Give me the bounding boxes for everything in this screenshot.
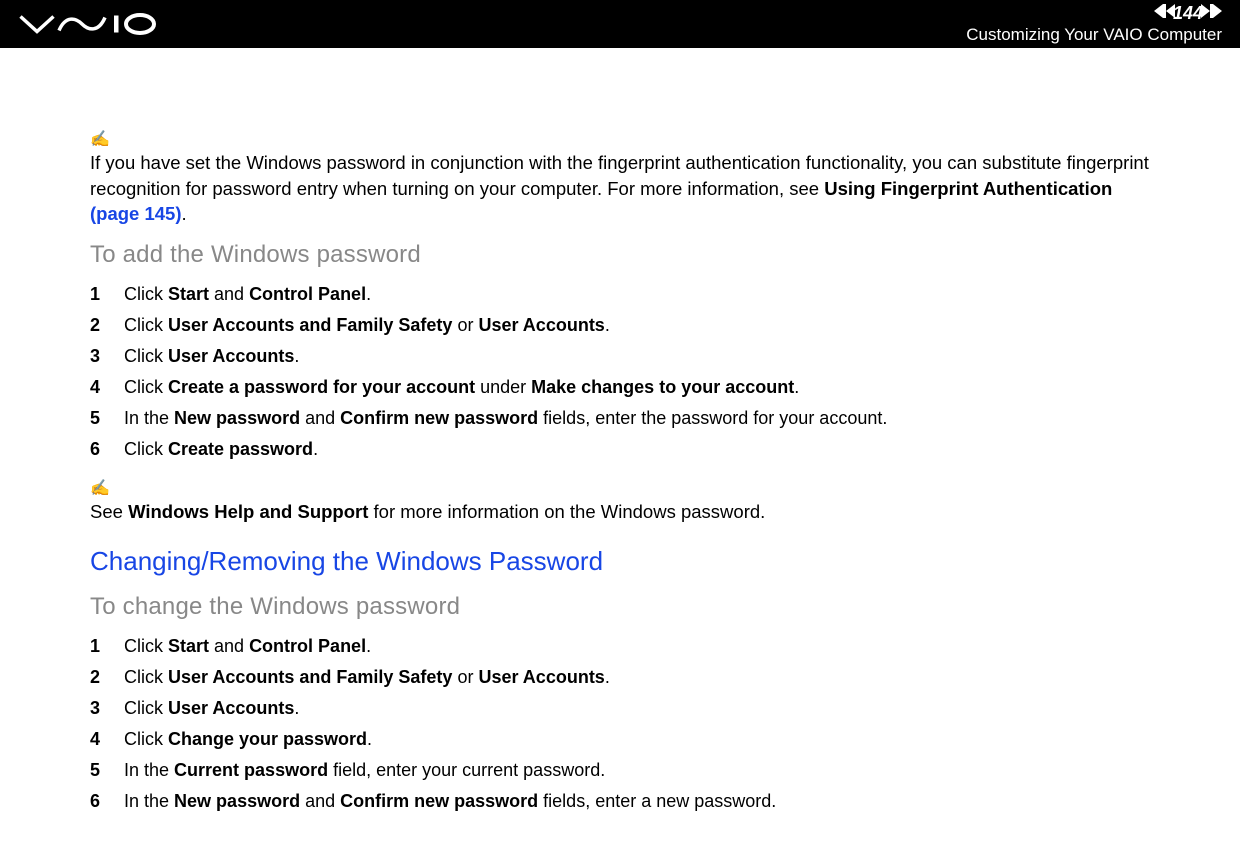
step-number: 4 <box>90 374 104 401</box>
step-item: 1 Click Start and Control Panel. <box>90 281 1150 308</box>
step-number: 2 <box>90 664 104 691</box>
note-icon: ✍ <box>90 477 1150 501</box>
step-item: 4 Click Create a password for your accoun… <box>90 374 1150 401</box>
step-text: In the New password and Confirm new pass… <box>124 405 887 432</box>
note-icon: ✍ <box>90 128 1150 152</box>
step-number: 6 <box>90 436 104 463</box>
step-item: 3 Click User Accounts. <box>90 343 1150 370</box>
page-header: 144 Customizing Your VAIO Computer <box>0 0 1240 48</box>
step-text: Click User Accounts and Family Safety or… <box>124 312 610 339</box>
step-text: Click Create password. <box>124 436 318 463</box>
breadcrumb-section: Customizing Your VAIO Computer <box>966 25 1222 45</box>
step-text: Click Create a password for your account… <box>124 374 799 401</box>
step-text: Click Start and Control Panel. <box>124 633 371 660</box>
note-text-1: If you have set the Windows password in … <box>90 150 1150 227</box>
step-item: 2 Click User Accounts and Family Safety o… <box>90 664 1150 691</box>
step-text: Click User Accounts and Family Safety or… <box>124 664 610 691</box>
step-item: 6 Click Create password. <box>90 436 1150 463</box>
note-fingerprint: ✍ If you have set the Windows password i… <box>90 128 1150 227</box>
step-text: Click Start and Control Panel. <box>124 281 371 308</box>
step-item: 6 In the New password and Confirm new pas… <box>90 788 1150 815</box>
step-number: 3 <box>90 343 104 370</box>
vaio-logo <box>18 9 158 39</box>
note-text-2: See Windows Help and Support for more in… <box>90 499 1150 525</box>
step-item: 2 Click User Accounts and Family Safety o… <box>90 312 1150 339</box>
step-number: 5 <box>90 405 104 432</box>
step-text: In the New password and Confirm new pass… <box>124 788 776 815</box>
step-number: 6 <box>90 788 104 815</box>
page-number: 144 <box>1173 3 1203 25</box>
header-right: 144 Customizing Your VAIO Computer <box>960 3 1222 45</box>
step-text: In the Current password field, enter you… <box>124 757 605 784</box>
step-number: 5 <box>90 757 104 784</box>
heading-changing-removing: Changing/Removing the Windows Password <box>90 542 1150 581</box>
step-text: Click User Accounts. <box>124 343 299 370</box>
step-number: 4 <box>90 726 104 753</box>
step-text: Click Change your password. <box>124 726 372 753</box>
steps-add-password: 1 Click Start and Control Panel. 2 Click Us… <box>90 281 1150 463</box>
step-number: 1 <box>90 633 104 660</box>
heading-change-password: To change the Windows password <box>90 589 1150 625</box>
step-number: 1 <box>90 281 104 308</box>
step-item: 4 Click Change your password. <box>90 726 1150 753</box>
step-item: 3 Click User Accounts. <box>90 695 1150 722</box>
steps-change-password: 1 Click Start and Control Panel. 2 Click Us… <box>90 633 1150 815</box>
heading-add-password: To add the Windows password <box>90 237 1150 273</box>
page-content: ✍ If you have set the Windows password i… <box>0 48 1240 849</box>
nav-next-handle-icon[interactable] <box>1210 3 1222 24</box>
step-number: 2 <box>90 312 104 339</box>
step-number: 3 <box>90 695 104 722</box>
step-text: Click User Accounts. <box>124 695 299 722</box>
step-item: 5 In the Current password field, enter yo… <box>90 757 1150 784</box>
step-item: 1 Click Start and Control Panel. <box>90 633 1150 660</box>
note-help-support: ✍ See Windows Help and Support for more … <box>90 477 1150 525</box>
step-item: 5 In the New password and Confirm new pas… <box>90 405 1150 432</box>
